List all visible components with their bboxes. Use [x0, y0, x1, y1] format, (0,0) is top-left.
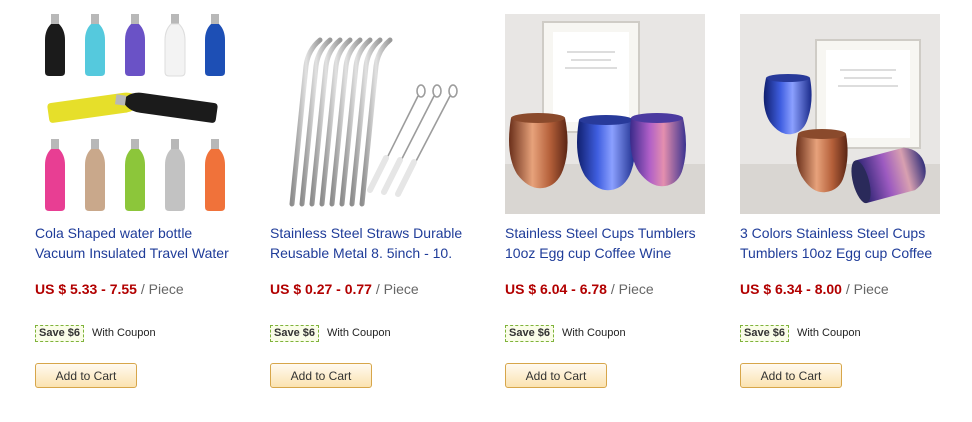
- title-line-2: Vacuum Insulated Travel Water: [35, 245, 229, 261]
- title-line-2: Tumblers 10oz Egg cup Coffee: [740, 245, 933, 261]
- title-line-1: Stainless Steel Cups Tumblers: [505, 225, 696, 241]
- add-to-cart-button[interactable]: Add to Cart: [270, 363, 372, 388]
- price-amount: US $ 6.04 - 6.78: [505, 281, 607, 297]
- title-line-1: 3 Colors Stainless Steel Cups: [740, 225, 926, 241]
- title-line-2: Reusable Metal 8. 5inch - 10.: [270, 245, 453, 261]
- product-card: Stainless Steel Cups Tumblers 10oz Egg c…: [505, 14, 705, 388]
- add-to-cart-button[interactable]: Add to Cart: [740, 363, 842, 388]
- product-title-link[interactable]: Cola Shaped water bottle Vacuum Insulate…: [35, 223, 240, 263]
- product-card: 3 Colors Stainless Steel Cups Tumblers 1…: [740, 14, 940, 388]
- product-grid: Cola Shaped water bottle Vacuum Insulate…: [0, 0, 972, 422]
- save-badge: Save $6: [740, 324, 789, 342]
- save-badge: Save $6: [270, 324, 319, 342]
- with-coupon-label: With Coupon: [91, 327, 156, 339]
- with-coupon-label: With Coupon: [326, 327, 391, 339]
- coupon-row: Save $6 With Coupon: [270, 324, 470, 342]
- product-image-tumblers[interactable]: [740, 14, 940, 214]
- with-coupon-label: With Coupon: [561, 327, 626, 339]
- title-line-1: Cola Shaped water bottle: [35, 225, 193, 241]
- price-amount: US $ 0.27 - 0.77: [270, 281, 372, 297]
- cups-image: [505, 14, 705, 214]
- save-badge: Save $6: [35, 324, 84, 342]
- price-unit: / Piece: [140, 281, 184, 297]
- add-to-cart-button[interactable]: Add to Cart: [505, 363, 607, 388]
- price-unit: / Piece: [845, 281, 889, 297]
- title-line-1: Stainless Steel Straws Durable: [270, 225, 463, 241]
- price-unit: / Piece: [375, 281, 419, 297]
- save-badge: Save $6: [505, 324, 554, 342]
- price-amount: US $ 5.33 - 7.55: [35, 281, 137, 297]
- price-unit: / Piece: [610, 281, 654, 297]
- coupon-row: Save $6 With Coupon: [35, 324, 235, 342]
- price-amount: US $ 6.34 - 8.00: [740, 281, 842, 297]
- bottles-image: [35, 14, 235, 214]
- price: US $ 0.27 - 0.77 / Piece: [270, 280, 470, 298]
- product-title-link[interactable]: 3 Colors Stainless Steel Cups Tumblers 1…: [740, 223, 945, 263]
- product-card: Cola Shaped water bottle Vacuum Insulate…: [35, 14, 235, 388]
- product-image-straws[interactable]: [270, 14, 470, 214]
- coupon-row: Save $6 With Coupon: [505, 324, 705, 342]
- title-line-2: 10oz Egg cup Coffee Wine: [505, 245, 672, 261]
- add-to-cart-button[interactable]: Add to Cart: [35, 363, 137, 388]
- product-image-cups[interactable]: [505, 14, 705, 214]
- straws-image: [270, 14, 470, 214]
- price: US $ 6.34 - 8.00 / Piece: [740, 280, 940, 298]
- with-coupon-label: With Coupon: [796, 327, 861, 339]
- coupon-row: Save $6 With Coupon: [740, 324, 940, 342]
- product-title-link[interactable]: Stainless Steel Cups Tumblers 10oz Egg c…: [505, 223, 710, 263]
- tumblers-image: [740, 14, 940, 214]
- price: US $ 6.04 - 6.78 / Piece: [505, 280, 705, 298]
- product-card: Stainless Steel Straws Durable Reusable …: [270, 14, 470, 388]
- product-image-bottles[interactable]: [35, 14, 235, 214]
- product-title-link[interactable]: Stainless Steel Straws Durable Reusable …: [270, 223, 475, 263]
- price: US $ 5.33 - 7.55 / Piece: [35, 280, 235, 298]
